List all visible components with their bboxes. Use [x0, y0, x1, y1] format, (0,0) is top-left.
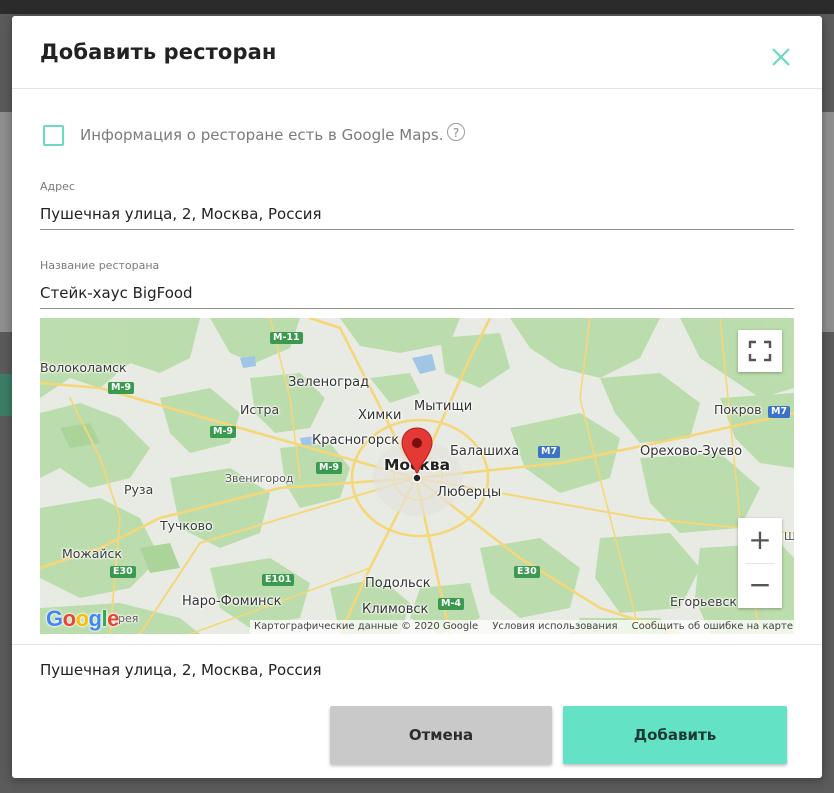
google-maps-checkbox[interactable]: [43, 125, 64, 146]
location-pin-icon: [401, 427, 433, 483]
zoom-out-button[interactable]: −: [738, 564, 782, 608]
app-top-bar: [0, 0, 834, 14]
footer-divider: [12, 644, 822, 645]
map-label-volokolamsk: Волоколамск: [40, 360, 127, 375]
close-icon: [772, 48, 790, 66]
road-shield-e30: E30: [110, 566, 136, 578]
zoom-in-button[interactable]: +: [738, 518, 782, 562]
map-data-credit: Картографические данные © 2020 Google: [254, 621, 479, 632]
restaurant-name-label: Название ресторана: [40, 259, 160, 272]
google-maps-checkbox-label: Информация о ресторане есть в Google Map…: [80, 126, 444, 144]
map-label-zelenograd: Зеленоград: [288, 375, 370, 390]
map-label-krasnogorsk: Красногорск: [312, 433, 400, 448]
location-map[interactable]: Волоколамск Зеленоград Истра Химки Мытищ…: [40, 318, 794, 634]
map-label-vereya: рея: [118, 612, 139, 625]
restaurant-name-input[interactable]: [40, 278, 794, 309]
map-label-egoryevsk: Егорьевск: [670, 594, 737, 609]
road-shield-m7: M7: [538, 446, 561, 458]
map-label-tuchkovo: Тучково: [160, 518, 213, 533]
google-logo: Google: [46, 606, 119, 631]
map-report-link[interactable]: Сообщить об ошибке на карте: [632, 621, 793, 632]
modal-title: Добавить ресторан: [40, 40, 277, 64]
map-label-podolsk: Подольск: [365, 576, 431, 591]
map-label-mytishchi: Мытищи: [414, 399, 473, 414]
help-icon[interactable]: ?: [447, 123, 465, 141]
map-label-orekhovo: Орехово-Зуево: [640, 444, 743, 459]
map-label-zvenigorod: Звенигород: [225, 472, 294, 485]
add-restaurant-modal: Добавить ресторан Информация о ресторане…: [12, 16, 822, 778]
map-label-mozhaysk: Можайск: [62, 546, 122, 561]
background-button: [0, 374, 12, 416]
map-label-naro-fominsk: Наро-Фоминск: [182, 594, 282, 609]
close-button[interactable]: [768, 44, 794, 70]
map-label-balashikha: Балашиха: [450, 444, 520, 459]
map-label-lyubertsy: Люберцы: [437, 485, 502, 500]
fullscreen-button[interactable]: [738, 330, 782, 372]
map-label-ruza: Руза: [124, 482, 154, 497]
road-shield-m9: M-9: [108, 382, 135, 394]
road-shield-m9: M-9: [210, 426, 237, 438]
map-label-khimki: Химки: [358, 408, 402, 423]
address-label: Адрес: [40, 180, 75, 193]
modal-header: Добавить ресторан: [12, 16, 822, 89]
map-label-istra: Истра: [240, 402, 280, 417]
road-shield-m4: M-4: [438, 598, 465, 610]
road-shield-e30: E30: [514, 566, 540, 578]
map-label-klimovsk: Климовск: [362, 602, 429, 617]
add-button[interactable]: Добавить: [563, 706, 787, 764]
fullscreen-icon: [748, 340, 772, 362]
map-terms-link[interactable]: Условия использования: [492, 621, 617, 632]
address-input[interactable]: [40, 199, 794, 230]
map-label-sh: Ш: [784, 530, 794, 543]
zoom-controls: + −: [738, 518, 782, 608]
selected-address: Пушечная улица, 2, Москва, Россия: [40, 661, 322, 679]
map-label-pokrov: Покров: [714, 402, 762, 417]
cancel-button[interactable]: Отмена: [330, 706, 552, 764]
road-shield-m9: M-9: [316, 462, 343, 474]
map-attribution: Картографические данные © 2020 Google Ус…: [250, 620, 794, 634]
road-shield-m7: M7: [768, 406, 791, 418]
road-shield-m11: M-11: [270, 332, 303, 344]
road-shield-e101: E101: [262, 574, 295, 586]
